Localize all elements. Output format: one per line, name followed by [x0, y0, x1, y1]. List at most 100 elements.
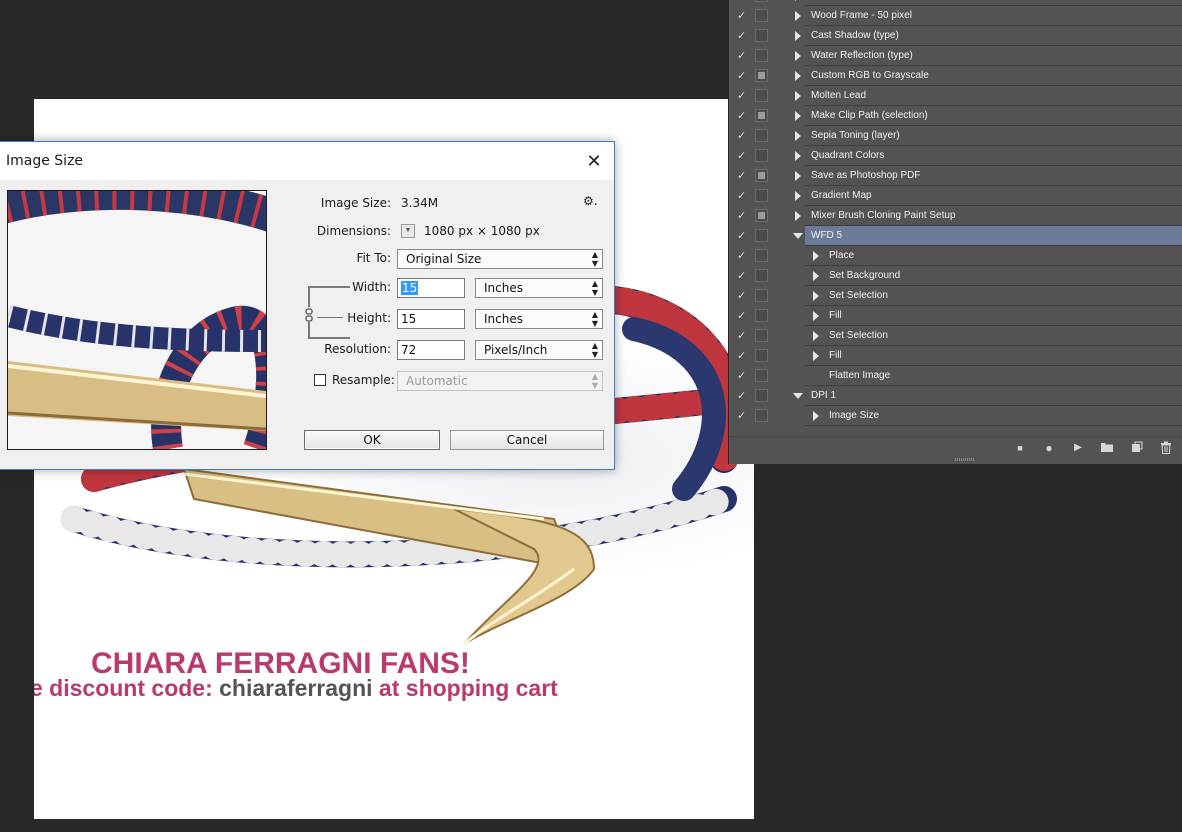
dialog-toggle-icon[interactable]	[755, 0, 768, 2]
toggle-check-icon[interactable]: ✓	[737, 329, 749, 343]
collapsed-triangle-icon[interactable]	[813, 351, 819, 361]
dialog-toggle-icon[interactable]	[755, 349, 768, 362]
action-row[interactable]: ✓ Cast Shadow (type)	[729, 26, 1182, 46]
collapsed-triangle-icon[interactable]	[795, 71, 801, 81]
dialog-toggle-icon[interactable]	[755, 89, 768, 102]
toggle-check-icon[interactable]: ✓	[737, 169, 749, 183]
toggle-check-icon[interactable]: ✓	[737, 229, 749, 243]
collapsed-triangle-icon[interactable]	[795, 91, 801, 101]
collapsed-triangle-icon[interactable]	[795, 11, 801, 21]
new-item-icon[interactable]	[1130, 441, 1144, 455]
expanded-triangle-icon[interactable]	[793, 393, 803, 399]
toggle-check-icon[interactable]: ✓	[737, 209, 749, 223]
dialog-toggle-icon[interactable]	[755, 9, 768, 22]
trash-icon[interactable]	[1159, 441, 1173, 455]
dialog-toggle-icon[interactable]	[755, 129, 768, 142]
height-input[interactable]: 15	[397, 309, 465, 329]
resample-checkbox[interactable]	[314, 374, 326, 386]
toggle-check-icon[interactable]: ✓	[737, 269, 749, 283]
toggle-check-icon[interactable]: ✓	[737, 309, 749, 323]
cancel-button[interactable]: Cancel	[450, 430, 604, 450]
width-input[interactable]: 15	[397, 278, 465, 298]
collapsed-triangle-icon[interactable]	[795, 171, 801, 181]
collapsed-triangle-icon[interactable]	[795, 111, 801, 121]
action-row[interactable]: ✓ Set Selection	[729, 326, 1182, 346]
toggle-check-icon[interactable]: ✓	[737, 49, 749, 63]
dialog-toggle-icon[interactable]	[755, 169, 768, 182]
toggle-check-icon[interactable]: ✓	[737, 189, 749, 203]
action-row[interactable]: ✓ Fill	[729, 346, 1182, 366]
dialog-toggle-icon[interactable]	[755, 29, 768, 42]
dialog-titlebar[interactable]: Image Size ✕	[0, 142, 614, 180]
action-row[interactable]: ✓ DPI 1	[729, 386, 1182, 406]
collapsed-triangle-icon[interactable]	[795, 131, 801, 141]
action-row[interactable]: ✓ Wood Frame - 50 pixel	[729, 6, 1182, 26]
play-icon[interactable]: ▶	[1071, 441, 1085, 455]
stop-icon[interactable]: ■	[1013, 441, 1027, 455]
dialog-toggle-icon[interactable]	[755, 149, 768, 162]
dialog-toggle-icon[interactable]	[755, 389, 768, 402]
dimensions-dropdown-icon[interactable]: ▼	[401, 224, 415, 238]
action-row[interactable]: ✓ Save as Photoshop PDF	[729, 166, 1182, 186]
action-row[interactable]: ✓ Gradient Map	[729, 186, 1182, 206]
collapsed-triangle-icon[interactable]	[795, 211, 801, 221]
dialog-toggle-icon[interactable]	[755, 329, 768, 342]
toggle-check-icon[interactable]: ✓	[737, 89, 749, 103]
toggle-check-icon[interactable]: ✓	[737, 349, 749, 363]
dialog-toggle-icon[interactable]	[755, 309, 768, 322]
dialog-toggle-icon[interactable]	[755, 369, 768, 382]
toggle-check-icon[interactable]: ✓	[737, 129, 749, 143]
action-row[interactable]: ✓ Mixer Brush Cloning Paint Setup	[729, 206, 1182, 226]
toggle-check-icon[interactable]: ✓	[737, 369, 749, 383]
height-unit-select[interactable]: Inches ▲ ▼	[475, 309, 603, 329]
action-row[interactable]: ✓ Sepia Toning (layer)	[729, 126, 1182, 146]
collapsed-triangle-icon[interactable]	[813, 251, 819, 261]
collapsed-triangle-icon[interactable]	[795, 0, 801, 1]
panel-resize-grip[interactable]	[955, 458, 975, 461]
dialog-toggle-icon[interactable]	[755, 229, 768, 242]
action-row[interactable]: ✓ Place	[729, 246, 1182, 266]
action-row[interactable]: ✓ Flatten Image	[729, 366, 1182, 386]
collapsed-triangle-icon[interactable]	[795, 51, 801, 61]
folder-icon[interactable]	[1100, 441, 1114, 455]
collapsed-triangle-icon[interactable]	[795, 191, 801, 201]
action-row[interactable]: ✓ Custom RGB to Grayscale	[729, 66, 1182, 86]
fit-to-select[interactable]: Original Size ▲ ▼	[397, 249, 603, 269]
action-row[interactable]: ✓ Quadrant Colors	[729, 146, 1182, 166]
toggle-check-icon[interactable]: ✓	[737, 69, 749, 83]
collapsed-triangle-icon[interactable]	[813, 411, 819, 421]
action-row[interactable]: ✓ Molten Lead	[729, 86, 1182, 106]
toggle-check-icon[interactable]: ✓	[737, 289, 749, 303]
toggle-check-icon[interactable]: ✓	[737, 149, 749, 163]
resolution-unit-select[interactable]: Pixels/Inch ▲ ▼	[475, 340, 603, 360]
collapsed-triangle-icon[interactable]	[813, 291, 819, 301]
record-icon[interactable]: ●	[1042, 441, 1056, 455]
image-preview[interactable]	[7, 190, 267, 450]
action-row[interactable]: ✓ WFD 5	[729, 226, 1182, 246]
toggle-check-icon[interactable]: ✓	[737, 29, 749, 43]
toggle-check-icon[interactable]: ✓	[737, 409, 749, 423]
collapsed-triangle-icon[interactable]	[813, 271, 819, 281]
action-row[interactable]: ✓ Set Background	[729, 266, 1182, 286]
resample-select[interactable]: Automatic ▲ ▼	[397, 371, 603, 391]
dialog-toggle-icon[interactable]	[755, 109, 768, 122]
close-icon[interactable]: ✕	[583, 150, 605, 172]
collapsed-triangle-icon[interactable]	[795, 151, 801, 161]
dialog-toggle-icon[interactable]	[755, 269, 768, 282]
action-row[interactable]: ✓ Fill	[729, 306, 1182, 326]
dialog-toggle-icon[interactable]	[755, 289, 768, 302]
toggle-check-icon[interactable]: ✓	[737, 0, 749, 3]
dialog-toggle-icon[interactable]	[755, 209, 768, 222]
collapsed-triangle-icon[interactable]	[813, 311, 819, 321]
toggle-check-icon[interactable]: ✓	[737, 109, 749, 123]
action-row[interactable]: ✓ Water Reflection (type)	[729, 46, 1182, 66]
collapsed-triangle-icon[interactable]	[795, 31, 801, 41]
action-row[interactable]: ✓ Make Clip Path (selection)	[729, 106, 1182, 126]
ok-button[interactable]: OK	[304, 430, 440, 450]
gear-icon[interactable]: ⚙.	[583, 194, 598, 208]
toggle-check-icon[interactable]: ✓	[737, 389, 749, 403]
dialog-toggle-icon[interactable]	[755, 249, 768, 262]
action-row[interactable]: ✓ Image Size	[729, 406, 1182, 426]
expanded-triangle-icon[interactable]	[793, 233, 803, 239]
dialog-toggle-icon[interactable]	[755, 69, 768, 82]
